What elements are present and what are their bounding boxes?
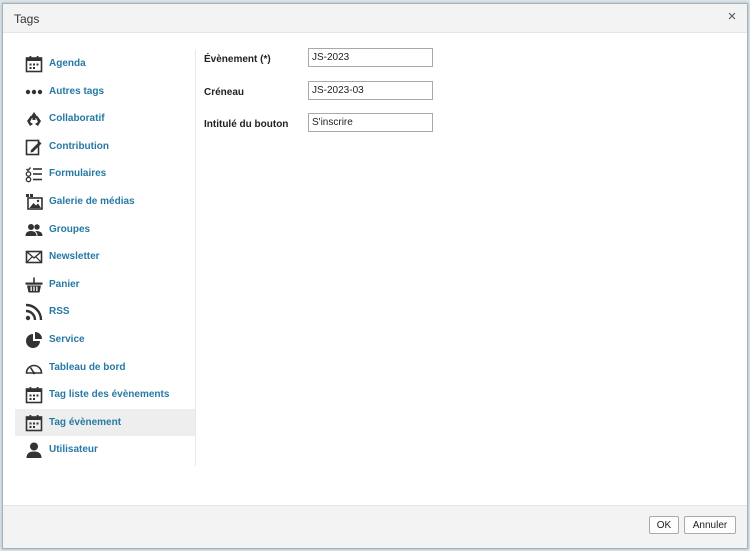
gauge-icon	[25, 359, 43, 377]
recycle-icon	[25, 110, 43, 128]
sidebar-item-label: Galerie de médias	[49, 195, 135, 207]
sidebar-item-label: Agenda	[49, 58, 86, 69]
sidebar-item-rss[interactable]: RSS	[15, 298, 195, 326]
intitule-du-bouton-label: Intitulé du bouton	[204, 119, 289, 130]
sidebar-item-label: Utilisateur	[49, 444, 98, 456]
form-list-icon	[25, 165, 43, 183]
sidebar-item-label: Tag liste des évènements	[49, 389, 170, 401]
creneau-input[interactable]	[308, 80, 433, 100]
dialog-footer: OK Annuler	[3, 505, 747, 548]
sidebar-item-agenda[interactable]: Agenda	[15, 50, 195, 78]
media-gallery-icon	[25, 193, 43, 211]
intitule-du-bouton-input[interactable]	[308, 113, 433, 132]
sidebar-item-panier[interactable]: Panier	[15, 271, 195, 299]
sidebar-item-tableau-de-bord[interactable]: Tableau de bord	[15, 354, 195, 382]
cancel-button[interactable]: Annuler	[684, 516, 736, 534]
sidebar-item-tag-liste-des-evenements[interactable]: Tag liste des évènements	[15, 381, 195, 409]
sidebar-item-label: Collaboratif	[49, 113, 105, 125]
sidebar-item-formulaires[interactable]: Formulaires	[15, 160, 195, 188]
sidebar-divider	[195, 50, 196, 466]
sidebar-item-newsletter[interactable]: Newsletter	[15, 243, 195, 271]
calendar-icon	[25, 414, 43, 432]
user-icon	[25, 441, 43, 459]
sidebar-item-galerie-de-medias[interactable]: Galerie de médias	[15, 188, 195, 216]
group-icon	[25, 221, 43, 239]
rss-icon	[25, 303, 43, 321]
tag-category-list: Agenda Autres tags Collaboratif Contribu…	[15, 50, 195, 466]
evenement-input[interactable]	[308, 48, 433, 67]
basket-icon	[25, 276, 43, 294]
sidebar-item-label: Tableau de bord	[49, 361, 126, 373]
sidebar-item-label: Contribution	[49, 140, 109, 152]
sidebar-item-utilisateur[interactable]: Utilisateur	[15, 436, 195, 464]
sidebar-item-contribution[interactable]: Contribution	[15, 133, 195, 161]
sidebar-item-label: Newsletter	[49, 251, 100, 263]
dialog-titlebar: Tags ×	[3, 4, 747, 33]
dialog-title: Tags	[14, 12, 40, 26]
ok-button[interactable]: OK	[649, 516, 679, 534]
sidebar-item-label: RSS	[49, 306, 70, 318]
sidebar-item-tag-evenement[interactable]: Tag évènement	[15, 408, 195, 437]
calendar-icon	[25, 55, 43, 73]
sidebar-item-groupes[interactable]: Groupes	[15, 216, 195, 244]
sidebar-item-autres-tags[interactable]: Autres tags	[15, 78, 195, 106]
sidebar-item-service[interactable]: Service	[15, 326, 195, 354]
sidebar-item-label: Panier	[49, 278, 80, 290]
dots-icon	[25, 83, 43, 101]
envelope-icon	[25, 248, 43, 266]
tags-dialog: Tags × Agenda Autres tags Collaboratif C…	[2, 3, 748, 549]
sidebar-item-label: Groupes	[49, 223, 91, 235]
evenement-label: Évènement (*)	[204, 54, 271, 65]
sidebar-item-label: Formulaires	[49, 168, 107, 180]
sidebar-item-collaboratif[interactable]: Collaboratif	[15, 105, 195, 133]
creneau-label: Créneau	[204, 86, 245, 98]
sidebar-item-label: Service	[49, 333, 85, 345]
calendar-icon	[25, 386, 43, 404]
edit-icon	[25, 138, 43, 156]
close-icon[interactable]: ×	[725, 9, 739, 25]
pie-chart-icon	[25, 331, 43, 349]
sidebar-item-label: Tag évènement	[49, 416, 122, 428]
sidebar-item-label: Autres tags	[49, 85, 105, 97]
